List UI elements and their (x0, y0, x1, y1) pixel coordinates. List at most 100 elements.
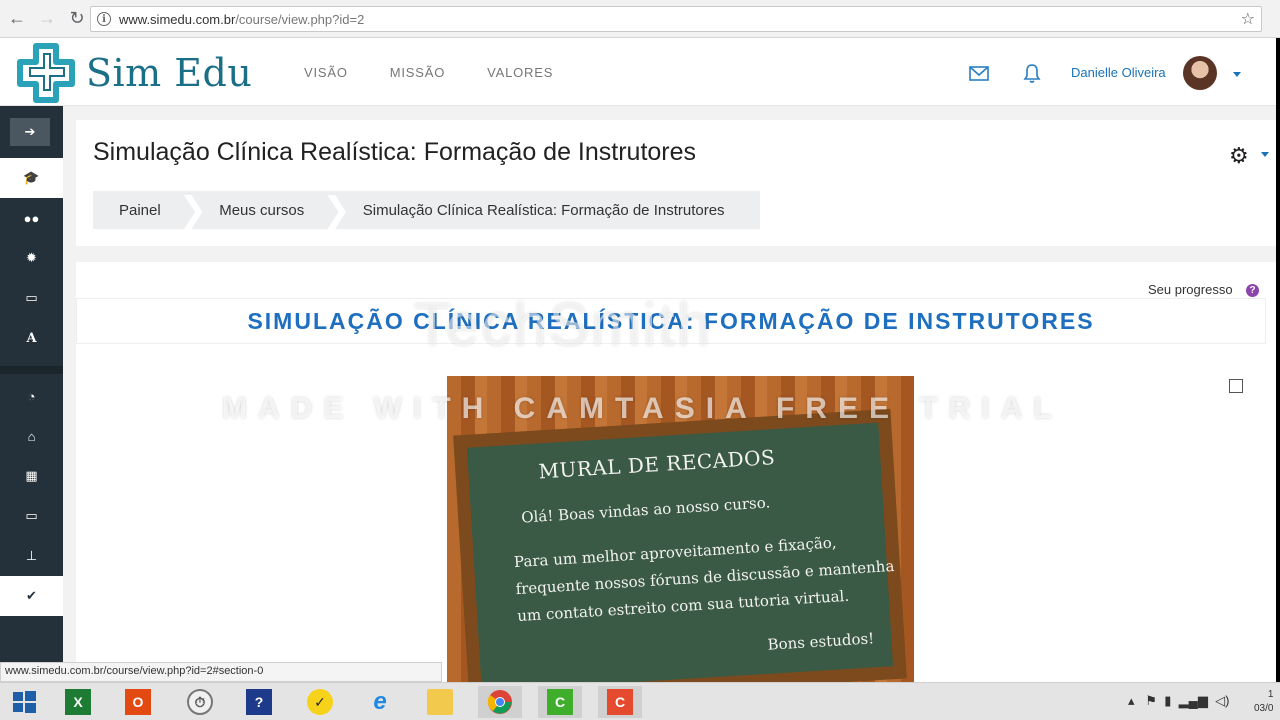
badge-icon: ✹ (26, 250, 37, 265)
check-circle-icon: ✔ (26, 588, 37, 603)
reload-button[interactable]: ↻ (64, 6, 90, 32)
nav-valores[interactable]: VALORES (487, 65, 553, 80)
taskbar: X O ⏱ ? ✓ e C C ▴ ⚑ ▮ ▂▄▆ ◁) 1 03/0 (0, 682, 1280, 720)
settings-caret-icon[interactable] (1261, 152, 1269, 157)
drawer-item-calendar[interactable]: ▦ (0, 456, 63, 496)
mural-title: MURAL DE RECADOS (537, 445, 776, 484)
camtasia-red-icon: C (607, 689, 633, 715)
mural-greeting: Olá! Boas vindas ao nosso curso. (520, 493, 771, 527)
window-edge (1276, 38, 1280, 682)
battery-icon[interactable]: ▮ (1164, 693, 1171, 708)
internet-explorer-icon: e (373, 688, 387, 715)
system-tray[interactable]: ▴ ⚑ ▮ ▂▄▆ ◁) (1128, 693, 1229, 709)
taskbar-internet-explorer[interactable]: e (358, 686, 402, 718)
folder-icon (427, 689, 453, 715)
progress-label: Seu progresso (1148, 282, 1233, 297)
drawer-item-competencies[interactable]: ▭ (0, 278, 63, 318)
watermark-notice: MADE WITH CAMTASIA FREE TRIAL (222, 392, 1063, 425)
breadcrumb-separator-icon: ❯ (178, 191, 208, 229)
link-status-bar: www.simedu.com.br/course/view.php?id=2#s… (0, 662, 442, 682)
clock-time: 1 (1267, 689, 1274, 700)
excel-icon: X (65, 689, 91, 715)
page-title: Simulação Clínica Realística: Formação d… (93, 138, 697, 166)
sitemap-icon: ⊥ (25, 548, 38, 563)
user-menu-caret-icon[interactable] (1233, 72, 1241, 77)
chalkboard: MURAL DE RECADOS Olá! Boas vindas ao nos… (466, 422, 895, 692)
forward-button[interactable]: → (34, 6, 60, 32)
completion-checkbox[interactable] (1229, 379, 1243, 393)
drawer-item-sitemap[interactable]: ⊥ (0, 536, 63, 576)
start-button[interactable] (2, 686, 46, 718)
browser-toolbar: ← → ↻ i www.simedu.com.br/course/view.ph… (0, 0, 1280, 38)
nav-visao[interactable]: VISÃO (304, 65, 348, 80)
dashboard-gauge-icon: ◔ (27, 388, 36, 404)
arrow-circle-right-icon: ➔ (24, 124, 36, 139)
signal-icon[interactable]: ▂▄▆ (1179, 693, 1208, 708)
drawer-item-my-courses[interactable]: ✔ (0, 576, 63, 616)
home-icon: ⌂ (27, 428, 36, 444)
sim-edu-logo-icon[interactable] (14, 42, 78, 104)
breadcrumb-course[interactable]: Simulação Clínica Realística: Formação d… (351, 202, 743, 219)
drawer-item-badges[interactable]: ✹ (0, 238, 63, 278)
top-nav: VISÃO MISSÃO VALORES (304, 65, 595, 80)
url-text: www.simedu.com.br/course/view.php?id=2 (119, 12, 364, 27)
grades-letter-icon: A (26, 330, 37, 346)
breadcrumb-meus-cursos[interactable]: Meus cursos (207, 202, 322, 219)
drawer-item-participants[interactable]: ●● (0, 198, 63, 238)
stopwatch-icon: ⏱ (187, 689, 213, 715)
user-menu-name[interactable]: Danielle Oliveira (1071, 65, 1166, 80)
windows-logo-icon (13, 691, 36, 713)
avatar[interactable] (1183, 56, 1217, 90)
site-header: Sim Edu VISÃO MISSÃO VALORES Danielle Ol… (0, 38, 1276, 106)
site-info-icon[interactable]: i (97, 12, 111, 26)
mural-body: Para um melhor aproveitamento e fixação,… (513, 533, 895, 626)
calendar-icon: ▦ (25, 468, 38, 483)
watermark-brand: TechSmith (414, 291, 713, 358)
tray-expand-icon[interactable]: ▴ (1128, 693, 1135, 708)
office-icon: O (125, 689, 151, 715)
help-question-icon[interactable]: ? (1246, 284, 1259, 297)
drawer-item-grades[interactable]: A (0, 318, 63, 358)
gear-icon[interactable]: ⚙ (1229, 143, 1249, 169)
taskbar-file-explorer[interactable] (418, 686, 462, 718)
drawer-item-files[interactable]: ▭ (0, 496, 63, 536)
graduation-cap-icon: 🎓 (23, 170, 40, 185)
taskbar-office[interactable]: O (116, 686, 160, 718)
breadcrumb: Painel ❯ Meus cursos ❯ Simulação Clínica… (93, 191, 760, 229)
taskbar-help-app[interactable]: ? (237, 686, 281, 718)
clock-date: 03/0 (1254, 703, 1274, 714)
taskbar-camtasia-recorder[interactable]: C (538, 686, 582, 718)
drawer-item-course[interactable]: 🎓 (0, 158, 63, 198)
flag-icon[interactable]: ⚑ (1145, 693, 1157, 708)
drawer-item-dashboard[interactable]: ◔ (0, 376, 63, 416)
url-host: www.simedu.com.br (119, 11, 236, 27)
nav-missao[interactable]: MISSÃO (390, 65, 445, 80)
taskbar-norton[interactable]: ✓ (298, 686, 342, 718)
chalkboard-frame: MURAL DE RECADOS Olá! Boas vindas ao nos… (453, 408, 907, 706)
drawer-item-home[interactable]: ⌂ (0, 416, 63, 456)
checkmark-shield-icon: ✓ (307, 689, 333, 715)
breadcrumb-painel[interactable]: Painel (93, 202, 179, 219)
system-clock[interactable]: 1 03/0 (1254, 688, 1273, 716)
users-icon: ●● (23, 210, 40, 226)
notifications-bell-icon[interactable] (1021, 62, 1043, 84)
taskbar-excel[interactable]: X (56, 686, 100, 718)
chrome-icon (487, 690, 512, 714)
url-path: /course/view.php?id=2 (235, 11, 365, 27)
camtasia-green-icon: C (547, 689, 573, 715)
drawer-toggle-button[interactable]: ➔ (10, 118, 50, 146)
folder-icon: ▭ (25, 290, 38, 305)
address-bar[interactable]: i www.simedu.com.br/course/view.php?id=2… (90, 6, 1262, 32)
nav-drawer: ➔ 🎓 ●● ✹ ▭ A ◔ ⌂ ▦ ▭ ⊥ ✔ (0, 106, 63, 681)
taskbar-chrome[interactable] (478, 686, 522, 718)
breadcrumb-separator-icon: ❯ (322, 191, 351, 229)
taskbar-stopwatch[interactable]: ⏱ (178, 686, 222, 718)
taskbar-camtasia[interactable]: C (598, 686, 642, 718)
bookmark-star-icon[interactable]: ☆ (1241, 9, 1255, 29)
back-button[interactable]: ← (4, 6, 30, 32)
drawer-separator (0, 366, 63, 374)
speaker-icon[interactable]: ◁) (1215, 693, 1229, 708)
brand-name[interactable]: Sim Edu (86, 51, 252, 95)
messages-envelope-icon[interactable] (968, 62, 990, 84)
page-header: Simulação Clínica Realística: Formação d… (76, 120, 1276, 246)
